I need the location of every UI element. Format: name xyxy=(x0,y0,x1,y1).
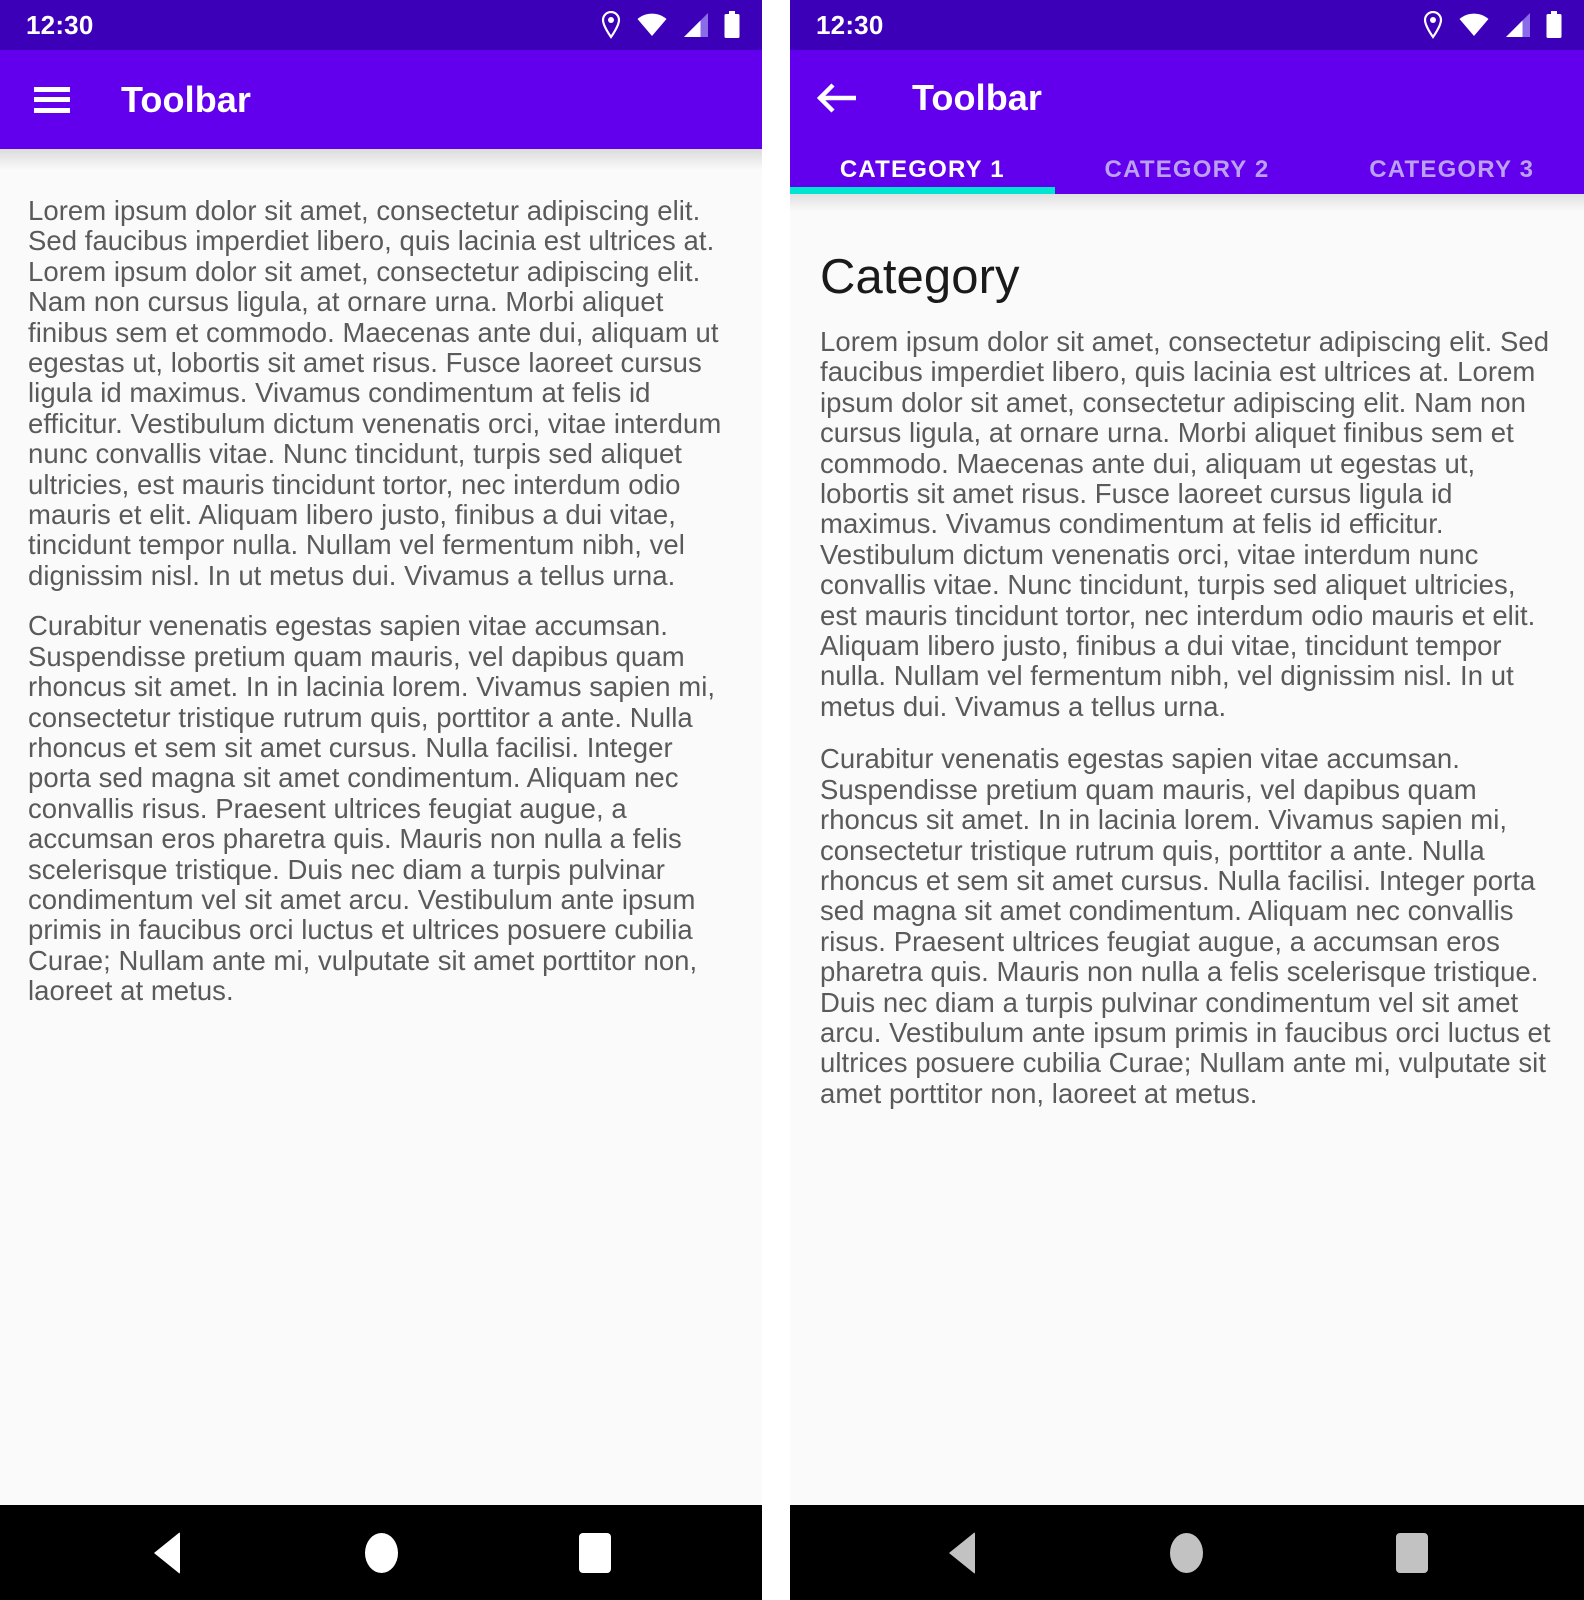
status-bar: 12:30 xyxy=(790,0,1584,50)
wifi-icon xyxy=(636,12,668,38)
toolbar-title: Toolbar xyxy=(912,76,1043,118)
phone-screen-drawer: 12:30 Toolbar Lorem ipsum dolor sit amet… xyxy=(0,0,762,1600)
phone-screen-tabs: 12:30 Toolbar CATEGORY 1 CATEGORY 2 CATE… xyxy=(790,0,1584,1600)
tab-bar: CATEGORY 1 CATEGORY 2 CATEGORY 3 xyxy=(790,145,1584,194)
tab-label: CATEGORY 1 xyxy=(839,155,1005,183)
status-bar-clock: 12:30 xyxy=(26,9,94,40)
tab-selected-indicator xyxy=(790,187,1055,194)
tab-label: CATEGORY 2 xyxy=(1104,155,1270,183)
nav-home-icon[interactable] xyxy=(346,1518,416,1588)
body-paragraph: Curabitur venenatis egestas sapien vitae… xyxy=(820,743,1551,1109)
wifi-icon xyxy=(1458,12,1490,38)
content-area: Category Lorem ipsum dolor sit amet, con… xyxy=(790,212,1584,1505)
toolbar-shadow xyxy=(0,148,762,170)
tab-category-2[interactable]: CATEGORY 2 xyxy=(1055,145,1320,194)
status-bar: 12:30 xyxy=(0,0,762,50)
nav-back-icon[interactable] xyxy=(132,1518,202,1588)
screenshot-stage: 12:30 Toolbar Lorem ipsum dolor sit amet… xyxy=(0,0,1584,1600)
system-navigation-bar xyxy=(0,1505,762,1600)
nav-home-icon[interactable] xyxy=(1152,1518,1222,1588)
tab-category-1[interactable]: CATEGORY 1 xyxy=(790,145,1055,194)
signal-icon xyxy=(1504,12,1532,38)
tab-label: CATEGORY 3 xyxy=(1369,155,1535,183)
nav-recents-icon[interactable] xyxy=(1377,1518,1447,1588)
tabbar-shadow xyxy=(790,194,1584,212)
location-pin-icon xyxy=(1422,11,1444,39)
app-toolbar: Toolbar xyxy=(0,50,762,149)
content-area: Lorem ipsum dolor sit amet, consectetur … xyxy=(0,170,762,1505)
page-title: Category xyxy=(820,250,1020,304)
battery-icon xyxy=(724,11,740,39)
app-toolbar: Toolbar xyxy=(790,50,1584,145)
status-bar-clock: 12:30 xyxy=(816,9,884,40)
body-paragraph: Lorem ipsum dolor sit amet, consectetur … xyxy=(820,326,1550,722)
system-navigation-bar xyxy=(790,1505,1584,1600)
hamburger-menu-icon[interactable] xyxy=(26,74,78,126)
signal-icon xyxy=(682,12,710,38)
status-bar-icons xyxy=(600,11,740,39)
back-arrow-icon[interactable] xyxy=(812,72,864,124)
tab-category-3[interactable]: CATEGORY 3 xyxy=(1319,145,1584,194)
body-paragraph: Lorem ipsum dolor sit amet, consectetur … xyxy=(28,195,722,591)
location-pin-icon xyxy=(600,11,622,39)
battery-icon xyxy=(1546,11,1562,39)
toolbar-title: Toolbar xyxy=(121,78,252,120)
nav-recents-icon[interactable] xyxy=(560,1518,630,1588)
panel-divider xyxy=(762,0,790,1600)
body-paragraph: Curabitur venenatis egestas sapien vitae… xyxy=(28,610,716,1007)
status-bar-icons xyxy=(1422,11,1562,39)
nav-back-icon[interactable] xyxy=(927,1518,997,1588)
